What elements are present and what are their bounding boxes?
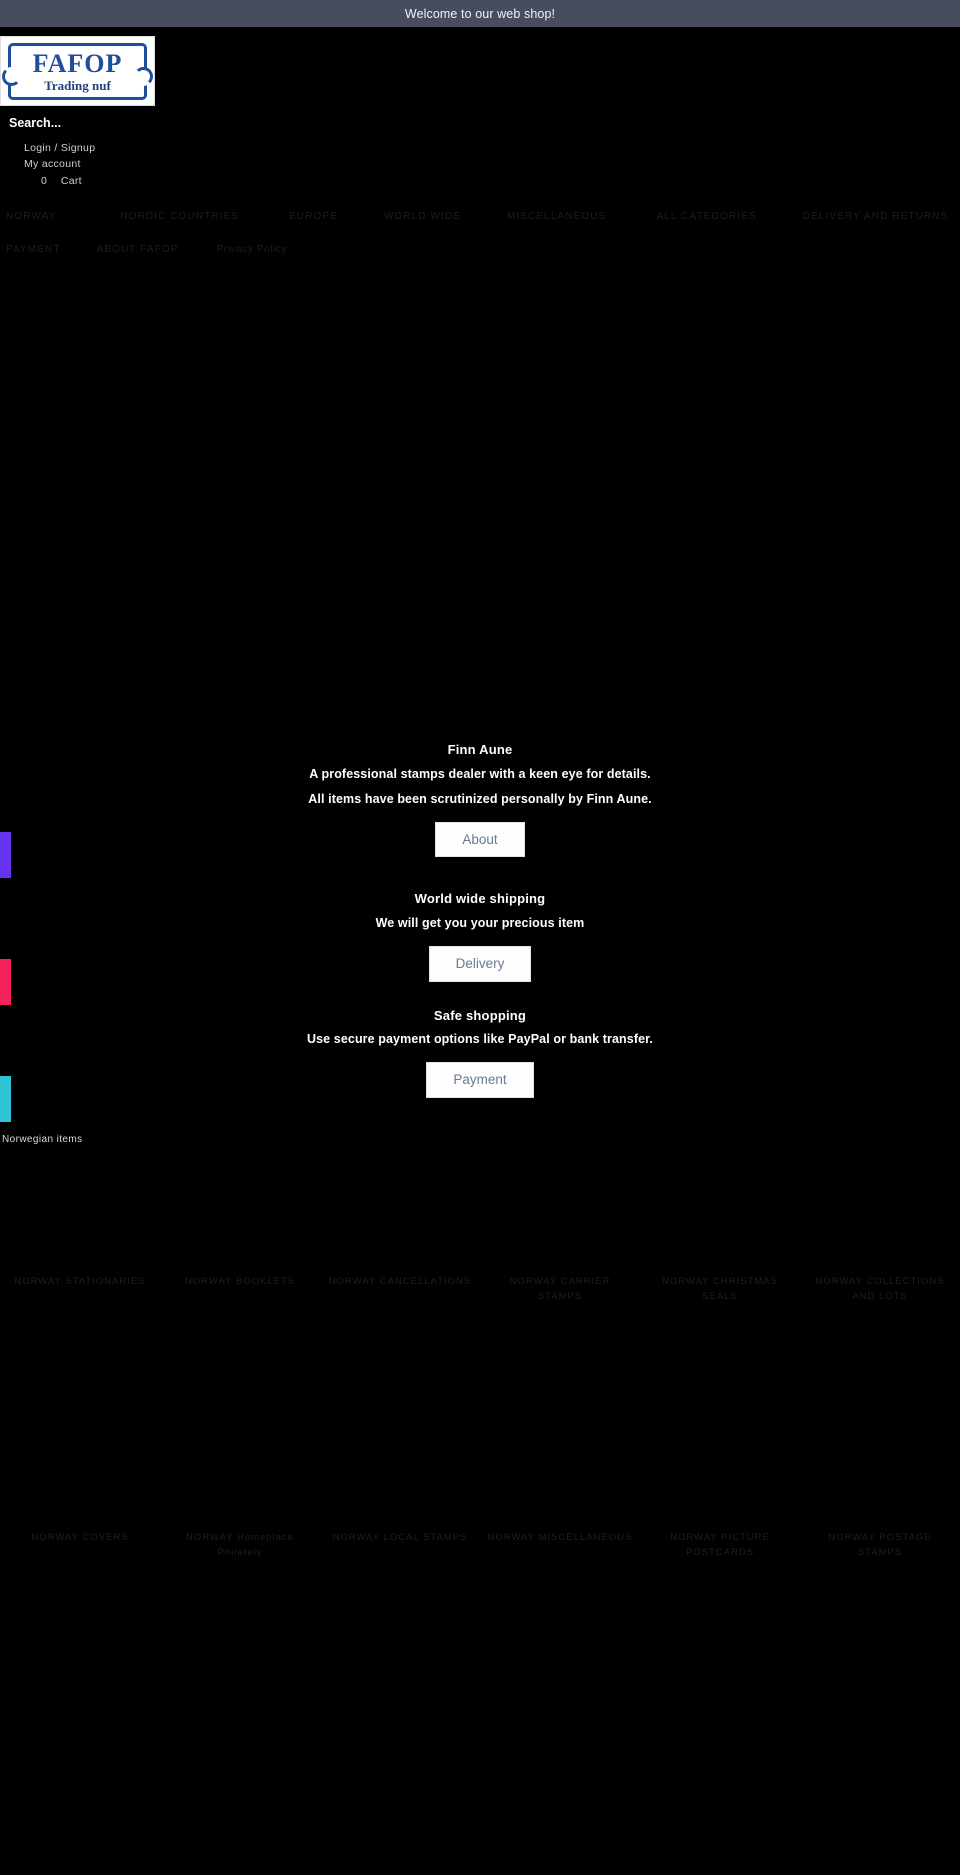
nav-item-nordic-countries[interactable]: NORDIC COUNTRIES [116, 211, 243, 222]
category-cell[interactable]: NORWAY MISCELLANEOUS [480, 1531, 640, 1651]
cart-count: 0 [41, 175, 47, 187]
feature-title: Finn Aune [447, 742, 513, 757]
category-cell[interactable]: NORWAY Homeplace Philately [160, 1531, 320, 1651]
cart-row[interactable]: 0 Cart [0, 175, 960, 187]
category-cell[interactable]: NORWAY COLLECTIONS AND LOTS [800, 1275, 960, 1475]
nav-item-privacy-policy[interactable]: Privacy Policy [213, 244, 292, 255]
feature-description-line-1: We will get you your precious item [375, 915, 585, 930]
account-links: Login / Signup My account [0, 141, 960, 172]
logo-main-text: FAFOP [32, 48, 123, 78]
announcement-bar: Welcome to our web shop! [0, 0, 960, 27]
category-link-norway-christmas-seals[interactable]: NORWAY CHRISTMAS SEALS [646, 1275, 794, 1304]
category-link-norway-cancellations[interactable]: NORWAY CANCELLATIONS [329, 1275, 471, 1290]
category-link-norway-local-stamps[interactable]: NORWAY LOCAL STAMPS [333, 1531, 468, 1546]
feature-accent-bar [0, 959, 11, 1006]
hero-banner [0, 255, 960, 742]
category-cell[interactable]: NORWAY CANCELLATIONS [320, 1275, 480, 1475]
category-cell[interactable]: NORWAY PICTURE POSTCARDS [640, 1531, 800, 1651]
delivery-button[interactable]: Delivery [428, 946, 532, 982]
nav-item-world-wide[interactable]: WORLD WIDE [380, 211, 465, 222]
feature-accent-bar [0, 1075, 11, 1122]
logo-sub-text: Trading nuf [44, 77, 111, 93]
category-cell[interactable]: NORWAY LOCAL STAMPS [320, 1531, 480, 1651]
category-cell[interactable]: NORWAY COVERS [0, 1531, 160, 1651]
my-account-link[interactable]: My account [24, 157, 81, 172]
category-link-norway-miscellaneous[interactable]: NORWAY MISCELLANEOUS [488, 1531, 633, 1546]
section-heading-norwegian-items: Norwegian items [2, 1133, 83, 1145]
category-grid-row-2: NORWAY COVERS NORWAY Homeplace Philately… [0, 1531, 960, 1651]
logo-frame: FAFOP Trading nuf [2, 42, 153, 100]
nav-item-norway[interactable]: NORWAY [2, 211, 60, 222]
search-row [0, 114, 960, 132]
feature-accent-bar [0, 832, 11, 878]
feature-payment: Safe shopping Use secure payment options… [0, 1007, 960, 1122]
category-link-norway-booklets[interactable]: NORWAY BOOKLETS [185, 1275, 295, 1290]
category-cell[interactable]: NORWAY CARRIER STAMPS [480, 1275, 640, 1475]
feature-shipping: World wide shipping We will get you your… [0, 891, 960, 1006]
category-cell[interactable]: NORWAY CHRISTMAS SEALS [640, 1275, 800, 1475]
nav-item-europe[interactable]: EUROPE [285, 211, 342, 222]
main-navigation: NORWAY NORDIC COUNTRIES EUROPE WORLD WID… [0, 211, 960, 255]
nav-item-all-categories[interactable]: ALL CATEGORIES [652, 211, 760, 222]
search-input[interactable] [9, 116, 249, 130]
announcement-text: Welcome to our web shop! [404, 6, 556, 21]
feature-title: Safe shopping [433, 1007, 527, 1023]
category-link-norway-postage-stamps[interactable]: NORWAY POSTAGE STAMPS [806, 1531, 954, 1560]
payment-button[interactable]: Payment [426, 1062, 534, 1098]
feature-about: Finn Aune A professional stamps dealer w… [0, 742, 960, 878]
cart-link[interactable]: Cart [61, 175, 82, 187]
about-button[interactable]: About [435, 821, 525, 858]
category-link-norway-covers[interactable]: NORWAY COVERS [31, 1531, 128, 1546]
category-grid-row-1: NORWAY STATIONARIES NORWAY BOOKLETS NORW… [0, 1275, 960, 1475]
category-link-norway-collections-and-lots[interactable]: NORWAY COLLECTIONS AND LOTS [806, 1275, 954, 1304]
category-cell[interactable]: NORWAY STATIONARIES [0, 1275, 160, 1475]
category-link-norway-homeplace-philately[interactable]: NORWAY Homeplace Philately [166, 1531, 314, 1560]
nav-item-about-fafop[interactable]: ABOUT FAFOP [93, 244, 183, 255]
category-cell[interactable]: NORWAY BOOKLETS [160, 1275, 320, 1475]
login-signup-link[interactable]: Login / Signup [24, 141, 95, 156]
feature-section: Finn Aune A professional stamps dealer w… [0, 742, 960, 1122]
feature-description-line-1: Use secure payment options like PayPal o… [306, 1032, 653, 1047]
category-link-norway-stationaries[interactable]: NORWAY STATIONARIES [14, 1275, 145, 1290]
nav-item-miscellaneous[interactable]: MISCELLANEOUS [503, 211, 610, 222]
feature-title: World wide shipping [414, 891, 546, 907]
feature-description-line-1: A professional stamps dealer with a keen… [309, 766, 651, 781]
site-header: FAFOP Trading nuf Login / Signup My acco… [0, 27, 960, 255]
nav-item-payment[interactable]: PAYMENT [2, 244, 65, 255]
category-link-norway-carrier-stamps[interactable]: NORWAY CARRIER STAMPS [486, 1275, 634, 1304]
nav-item-delivery-and-returns[interactable]: DELIVERY AND RETURNS [799, 211, 953, 222]
site-logo[interactable]: FAFOP Trading nuf [0, 36, 155, 106]
category-cell[interactable]: NORWAY POSTAGE STAMPS [800, 1531, 960, 1651]
feature-description-line-2: All items have been scrutinized personal… [308, 791, 652, 806]
category-link-norway-picture-postcards[interactable]: NORWAY PICTURE POSTCARDS [646, 1531, 794, 1560]
